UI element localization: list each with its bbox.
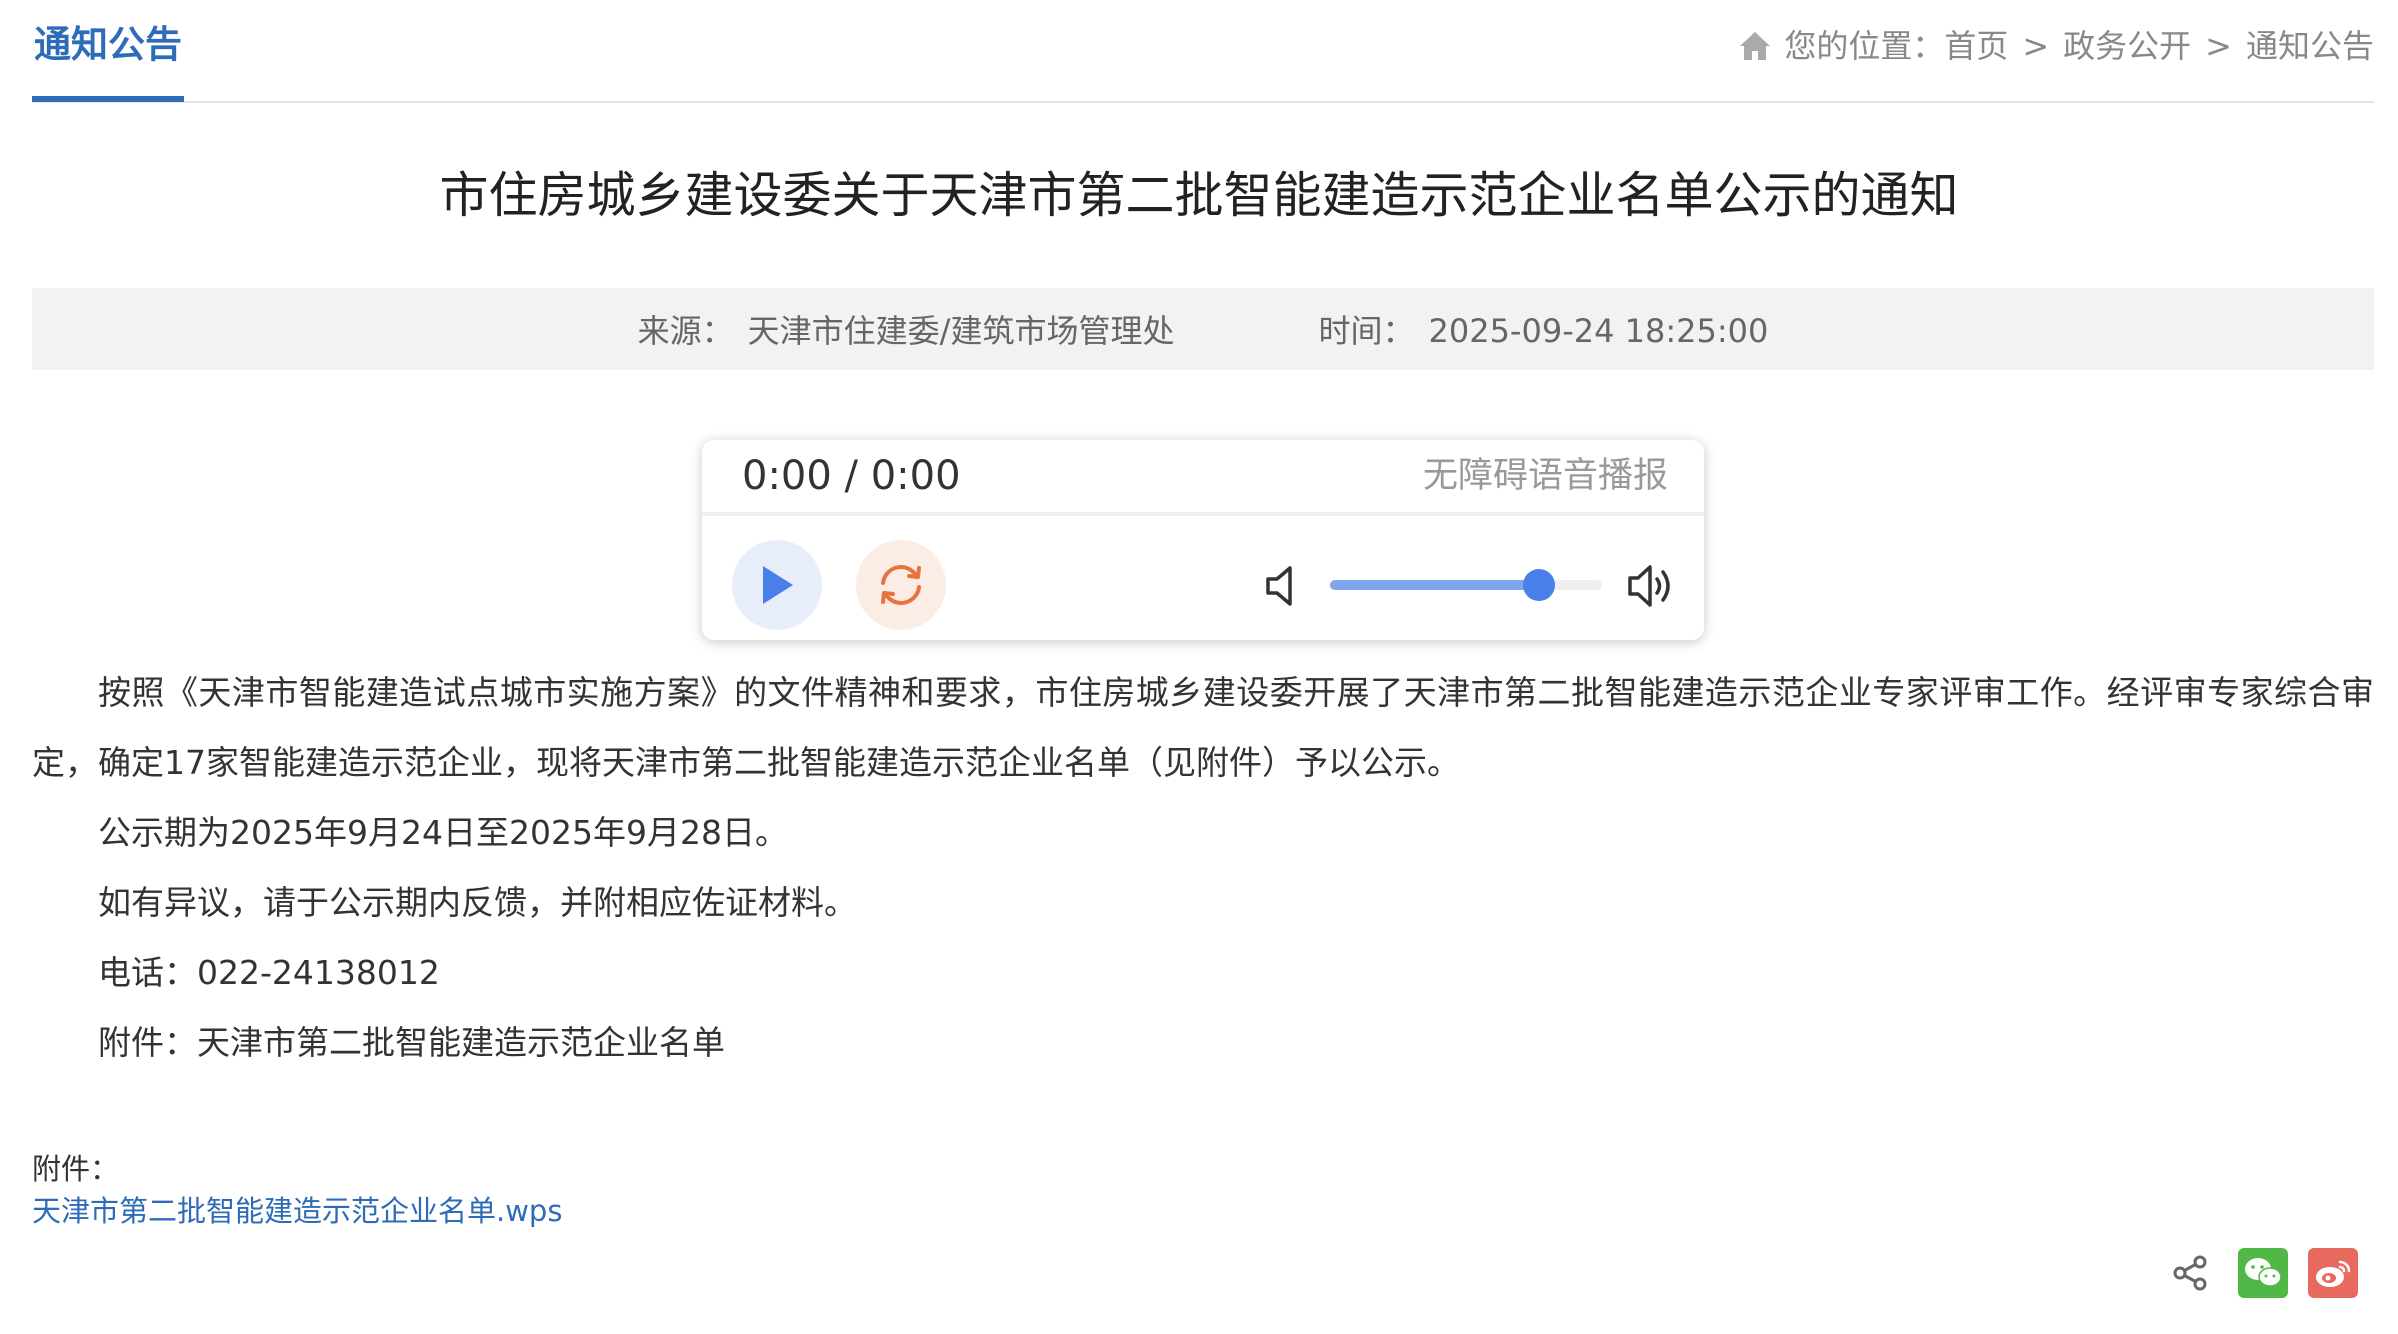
share-bar bbox=[2170, 1248, 2358, 1298]
weibo-share-button[interactable] bbox=[2308, 1248, 2358, 1298]
breadcrumb-separator: > bbox=[2022, 27, 2050, 65]
breadcrumb-prefix: 您的位置： bbox=[1784, 27, 1945, 65]
attachment-label: 附件： bbox=[32, 1152, 120, 1186]
page: 通知公告 您的位置： 首页 > 政务公开 > 通知公告 市住房城乡建设委关于天津… bbox=[0, 0, 2398, 1334]
attachment-section: 附件： 天津市第二批智能建造示范企业名单.wps bbox=[32, 1148, 562, 1232]
play-button[interactable] bbox=[732, 540, 822, 630]
tab-notices[interactable]: 通知公告 bbox=[32, 20, 184, 102]
player-title: 无障碍语音播报 bbox=[1422, 456, 1668, 496]
breadcrumb-gov-affairs-link[interactable]: 政务公开 bbox=[2063, 24, 2191, 68]
paragraph: 如有异议，请于公示期内反馈，并附相应佐证材料。 bbox=[98, 883, 857, 922]
paragraph: 按照《天津市智能建造试点城市实施方案》的文件精神和要求，市住房城乡建设委开展了天… bbox=[32, 673, 2374, 782]
time-value: 2025-09-24 18:25:00 bbox=[1428, 312, 1769, 350]
replay-icon bbox=[881, 565, 921, 605]
volume-mute-icon[interactable] bbox=[1264, 564, 1304, 608]
tab-bar: 通知公告 您的位置： 首页 > 政务公开 > 通知公告 bbox=[32, 0, 2374, 103]
article-content: 按照《天津市智能建造试点城市实施方案》的文件精神和要求，市住房城乡建设委开展了天… bbox=[32, 658, 2374, 1078]
player-time: 0:00 / 0:00 bbox=[742, 453, 961, 499]
paragraph: 附件：天津市第二批智能建造示范企业名单 bbox=[98, 1023, 725, 1062]
time-label: 时间： bbox=[1318, 312, 1415, 350]
share-icon[interactable] bbox=[2170, 1253, 2210, 1293]
paragraph: 公示期为2025年9月24日至2025年9月28日。 bbox=[98, 813, 788, 852]
weibo-icon bbox=[2316, 1260, 2351, 1287]
article-title: 市住房城乡建设委关于天津市第二批智能建造示范企业名单公示的通知 bbox=[439, 167, 1959, 224]
breadcrumb: 您的位置： 首页 > 政务公开 > 通知公告 bbox=[1738, 24, 2374, 68]
volume-slider[interactable] bbox=[1330, 569, 1602, 601]
attachment-link[interactable]: 天津市第二批智能建造示范企业名单.wps bbox=[32, 1190, 562, 1232]
volume-handle[interactable] bbox=[1523, 569, 1556, 601]
play-icon bbox=[763, 566, 793, 604]
breadcrumb-notices-link[interactable]: 通知公告 bbox=[2246, 24, 2374, 68]
article-source: 来源： 天津市住建委/建筑市场管理处 bbox=[638, 306, 1175, 352]
home-icon bbox=[1740, 32, 1771, 60]
replay-button[interactable] bbox=[856, 540, 946, 630]
wechat-share-button[interactable] bbox=[2238, 1248, 2288, 1298]
source-label: 来源： bbox=[637, 312, 734, 350]
article-time: 时间： 2025-09-24 18:25:00 bbox=[1318, 306, 1768, 352]
volume-fill bbox=[1330, 580, 1540, 590]
wechat-icon bbox=[2245, 1258, 2282, 1287]
breadcrumb-separator: > bbox=[2205, 27, 2232, 65]
article-meta: 来源： 天津市住建委/建筑市场管理处 时间： 2025-09-24 18:25:00 bbox=[32, 288, 2374, 370]
paragraph: 电话：022-24138012 bbox=[98, 953, 440, 992]
volume-up-icon[interactable] bbox=[1626, 562, 1678, 610]
source-value: 天津市住建委/建筑市场管理处 bbox=[747, 312, 1175, 350]
player-header: 0:00 / 0:00 无障碍语音播报 bbox=[702, 440, 1704, 516]
audio-player: 0:00 / 0:00 无障碍语音播报 bbox=[702, 440, 1704, 640]
breadcrumb-home-link[interactable]: 首页 bbox=[1944, 24, 2008, 68]
